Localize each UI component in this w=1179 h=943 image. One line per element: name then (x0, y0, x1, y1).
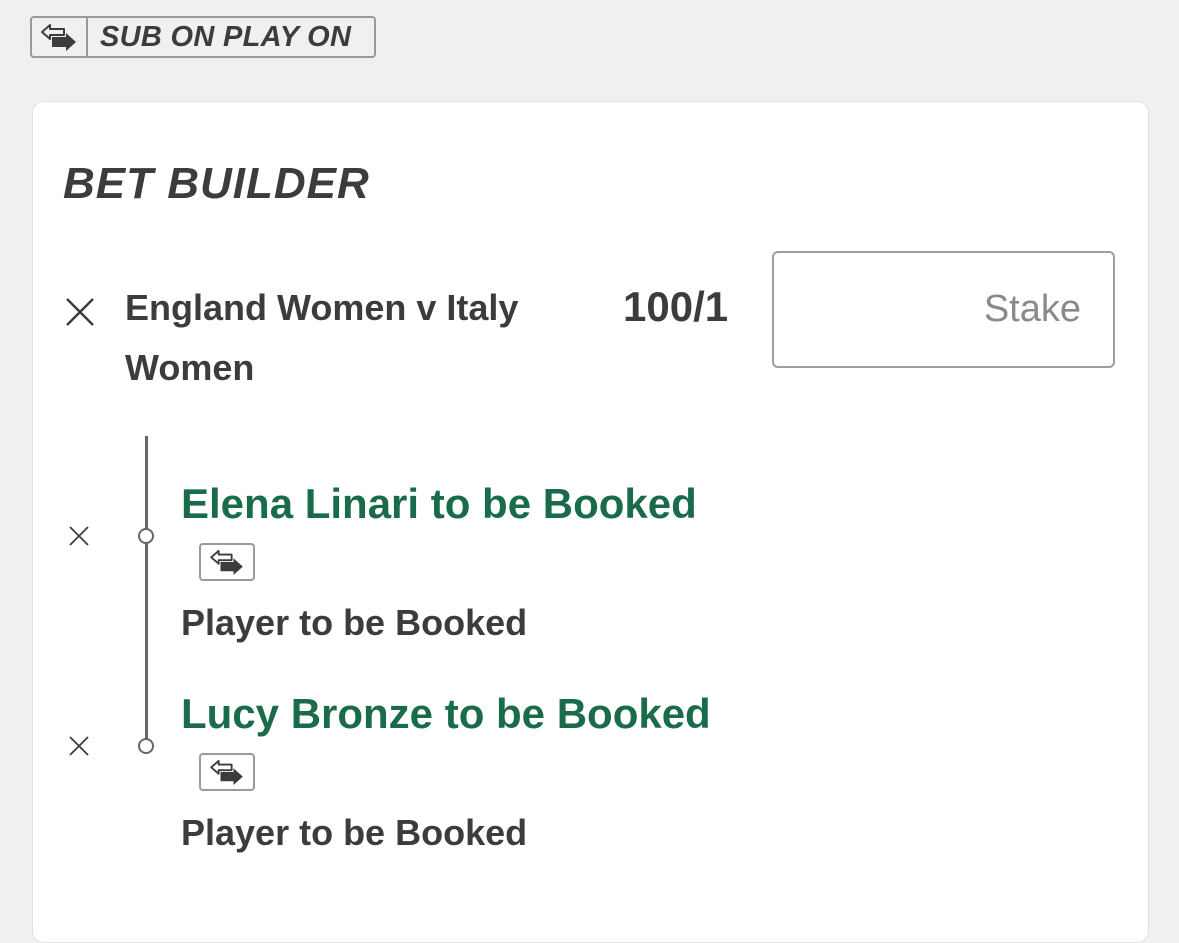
market-name: Player to be Booked (181, 602, 528, 643)
event-name: England Women v Italy Women (125, 287, 519, 388)
selection-timeline (145, 436, 148, 746)
substitution-arrows-icon (199, 543, 255, 581)
timeline-dot (138, 738, 154, 754)
odds-value: 100/1 (623, 283, 729, 330)
bet-builder-card: BET BUILDER England Women v Italy Women … (32, 101, 1149, 943)
substitution-arrows-icon (199, 753, 255, 791)
bet-builder-title: BET BUILDER (63, 159, 370, 208)
close-icon[interactable] (64, 296, 96, 328)
timeline-dot (138, 528, 154, 544)
sub-on-play-on-badge: SUB ON PLAY ON (30, 16, 376, 58)
substitution-arrows-icon (32, 18, 88, 56)
close-icon[interactable] (68, 735, 90, 757)
selection-name[interactable]: Lucy Bronze to be Booked (181, 688, 711, 740)
badge-label: SUB ON PLAY ON (100, 20, 352, 53)
close-icon[interactable] (68, 525, 90, 547)
market-name: Player to be Booked (181, 812, 528, 853)
stake-input[interactable] (772, 251, 1115, 368)
selection-name[interactable]: Elena Linari to be Booked (181, 478, 697, 530)
